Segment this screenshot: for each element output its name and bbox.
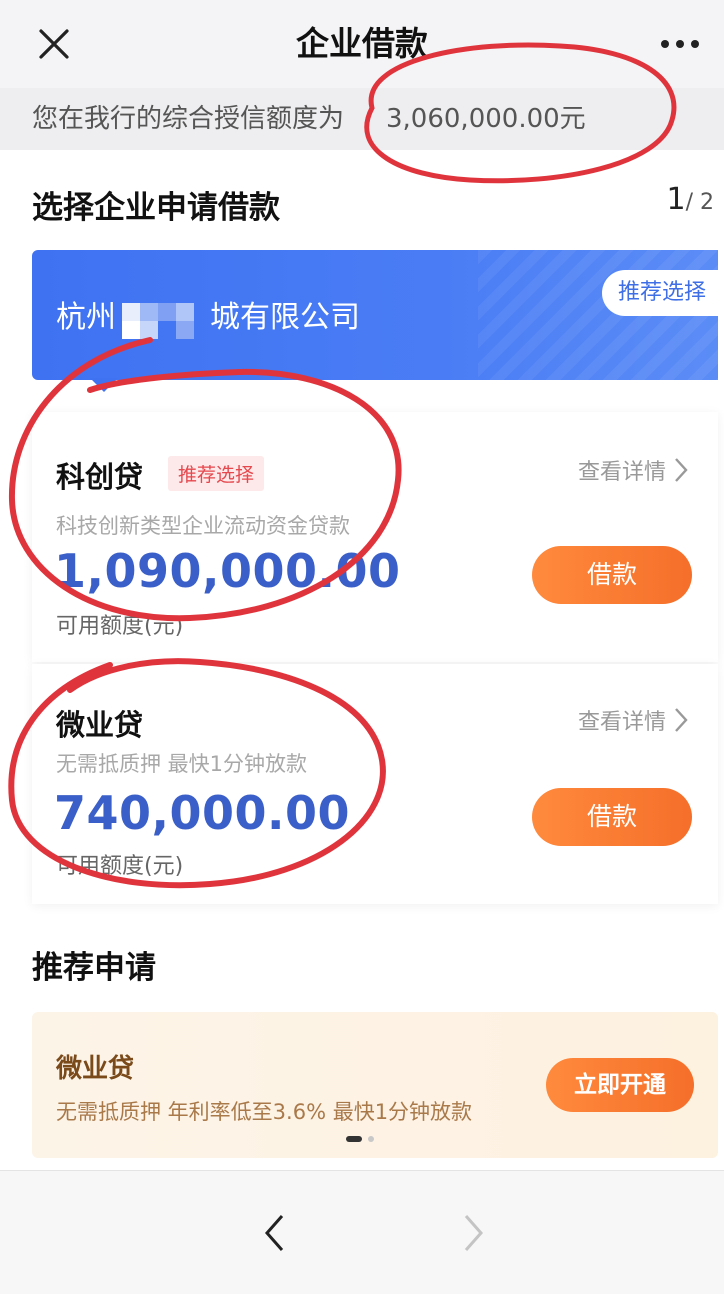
- available-amount: 740,000.00: [54, 786, 351, 840]
- open-now-button[interactable]: 立即开通: [546, 1058, 694, 1112]
- recommend-badge: 推荐选择: [601, 270, 718, 316]
- credit-line-label: 您在我行的综合授信额度为: [32, 104, 345, 134]
- carousel-dots: [346, 1136, 374, 1142]
- company-name-suffix: 城有限公司: [210, 300, 360, 335]
- view-details-link[interactable]: 查看详情: [578, 454, 688, 486]
- loan-description: 科技创新类型企业流动资金贷款: [56, 514, 350, 538]
- page-current: 1: [666, 182, 686, 217]
- page-indicator: 1/ 2: [667, 182, 715, 217]
- section-title-select-company: 选择企业申请借款: [32, 190, 280, 226]
- more-icon[interactable]: [650, 20, 710, 68]
- bottom-navigation: [0, 1170, 724, 1294]
- view-details-label: 查看详情: [577, 460, 666, 485]
- loan-card-weiyedai[interactable]: 微业贷 查看详情 无需抵质押 最快1分钟放款 740,000.00 可用额度(元…: [32, 664, 718, 904]
- available-amount: 1,090,000.00: [54, 544, 401, 598]
- top-bar: 企业借款: [0, 0, 724, 88]
- credit-line-banner: 您在我行的综合授信额度为 3,060,000.00元: [0, 88, 724, 150]
- company-card[interactable]: 杭州 城有限公司 推荐选择: [32, 250, 718, 380]
- company-name: 杭州 城有限公司: [56, 292, 360, 339]
- borrow-button[interactable]: 借款: [532, 788, 692, 846]
- available-amount-label: 可用额度(元): [56, 854, 184, 879]
- main-content: 选择企业申请借款 1/ 2 杭州 城有限公司 推荐选择 科创贷 推荐选择 查看详…: [0, 150, 724, 1170]
- view-details-label: 查看详情: [577, 710, 666, 735]
- card-pointer: [90, 378, 118, 392]
- page-total: / 2: [685, 190, 714, 215]
- available-amount-label: 可用额度(元): [56, 614, 184, 639]
- page: 企业借款 您在我行的综合授信额度为 3,060,000.00元 选择企业申请借款…: [0, 0, 724, 1294]
- credit-line-amount: 3,060,000.00元: [386, 104, 586, 134]
- loan-name: 科创贷: [56, 460, 144, 494]
- promo-card[interactable]: 微业贷 无需抵质押 年利率低至3.6% 最快1分钟放款 立即开通: [32, 1012, 718, 1158]
- chevron-right-icon: [675, 458, 688, 482]
- redacted-mosaic: [118, 299, 208, 339]
- company-name-prefix: 杭州: [56, 300, 116, 335]
- chevron-left-icon[interactable]: [248, 1207, 300, 1259]
- loan-name: 微业贷: [56, 708, 144, 742]
- recommend-tag: 推荐选择: [168, 456, 265, 491]
- borrow-button[interactable]: 借款: [532, 546, 692, 604]
- loan-description: 无需抵质押 最快1分钟放款: [56, 752, 308, 776]
- carousel-dot: [368, 1136, 374, 1142]
- view-details-link[interactable]: 查看详情: [578, 704, 688, 736]
- chevron-right-icon: [675, 708, 688, 732]
- section-title-recommend: 推荐申请: [32, 950, 156, 986]
- chevron-right-icon: [448, 1207, 500, 1259]
- promo-name: 微业贷: [56, 1054, 135, 1084]
- carousel-dot-active: [346, 1136, 362, 1142]
- loan-card-kechuangdai[interactable]: 科创贷 推荐选择 查看详情 科技创新类型企业流动资金贷款 1,090,000.0…: [32, 412, 718, 662]
- page-title: 企业借款: [296, 24, 428, 63]
- promo-description: 无需抵质押 年利率低至3.6% 最快1分钟放款: [56, 1100, 473, 1124]
